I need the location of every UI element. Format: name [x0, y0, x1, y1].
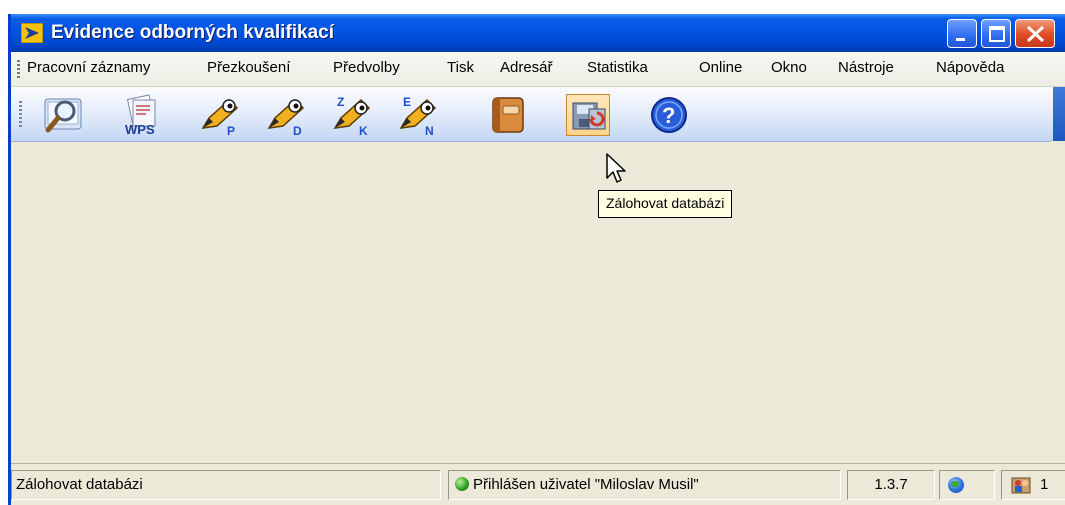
exam-d-button[interactable]: D	[265, 94, 309, 136]
help-button[interactable]: ?	[647, 94, 691, 136]
mouse-cursor-icon	[606, 153, 626, 183]
address-book-button[interactable]	[485, 94, 529, 136]
svg-text:D: D	[293, 124, 302, 136]
status-version-text: 1.3.7	[874, 476, 908, 493]
status-user-text: Přihlášen uživatel "Miloslav Musil"	[473, 476, 699, 493]
menu-predvolby[interactable]: Předvolby	[333, 59, 400, 76]
menu-adresar[interactable]: Adresář	[500, 59, 553, 76]
app-logo-icon	[21, 23, 43, 43]
exam-en-button[interactable]: E N	[397, 94, 441, 136]
pencil-icon: P	[201, 98, 239, 136]
wps-document-icon: WPS	[125, 94, 156, 136]
tooltip: Zálohovat databázi	[598, 190, 733, 218]
exam-p-button[interactable]: P	[199, 94, 243, 136]
globe-icon	[948, 477, 964, 493]
maximize-button[interactable]	[981, 19, 1011, 48]
close-icon	[1026, 25, 1045, 43]
minimize-button[interactable]	[947, 19, 977, 48]
status-bar: Zálohovat databázi Přihlášen uživatel "M…	[11, 463, 1065, 505]
status-version: 1.3.7	[847, 470, 935, 500]
client-area	[11, 142, 1065, 462]
book-icon	[492, 97, 524, 133]
menu-online[interactable]: Online	[699, 59, 742, 76]
svg-text:Z: Z	[337, 95, 344, 109]
svg-text:P: P	[227, 124, 235, 136]
pencil-icon: Z K	[333, 95, 371, 136]
menu-pracovni-zaznamy[interactable]: Pracovní záznamy	[27, 59, 150, 76]
svg-text:K: K	[359, 124, 368, 136]
status-user: Přihlášen uživatel "Miloslav Musil"	[448, 470, 841, 500]
svg-text:N: N	[425, 124, 434, 136]
exam-zk-button[interactable]: Z K	[331, 94, 375, 136]
status-message-text: Zálohovat databázi	[16, 476, 143, 493]
backup-database-button[interactable]	[566, 94, 610, 136]
menu-tisk[interactable]: Tisk	[447, 59, 474, 76]
svg-text:WPS: WPS	[125, 122, 155, 136]
menu-grip[interactable]	[17, 60, 20, 78]
svg-text:?: ?	[662, 103, 675, 128]
help-icon: ?	[651, 97, 687, 133]
title-bar[interactable]: Evidence odborných kvalifikací	[11, 14, 1065, 52]
status-globe[interactable]	[939, 470, 995, 500]
search-records-button[interactable]	[41, 94, 85, 136]
menu-prezkouseni[interactable]: Přezkoušení	[207, 59, 290, 76]
pencil-icon: D	[267, 98, 305, 136]
status-users[interactable]: 1	[1001, 470, 1065, 500]
menu-statistika[interactable]: Statistika	[587, 59, 648, 76]
pencil-icon: E N	[399, 95, 437, 136]
status-count: 1	[1040, 476, 1049, 493]
magnifier-icon	[44, 98, 82, 133]
toolbar: WPS P D Z K E N ?	[11, 87, 1053, 142]
maximize-icon	[989, 26, 1005, 42]
backup-icon	[572, 102, 606, 130]
toolbar-grip[interactable]	[19, 101, 22, 129]
close-button[interactable]	[1015, 19, 1055, 48]
status-message: Zálohovat databázi	[11, 470, 441, 500]
menu-bar: Pracovní záznamy Přezkoušení Předvolby T…	[11, 52, 1065, 87]
app-window: Evidence odborných kvalifikací Pracovní …	[8, 14, 1065, 505]
users-icon	[1011, 477, 1031, 494]
minimize-icon	[956, 38, 965, 41]
menu-napoveda[interactable]: Nápověda	[936, 59, 1004, 76]
menu-okno[interactable]: Okno	[771, 59, 807, 76]
svg-text:E: E	[403, 95, 411, 109]
wps-button[interactable]: WPS	[118, 94, 162, 136]
menu-nastroje[interactable]: Nástroje	[838, 59, 894, 76]
online-status-icon	[455, 477, 469, 491]
toolbar-overflow[interactable]	[1053, 87, 1065, 141]
window-title: Evidence odborných kvalifikací	[51, 22, 334, 43]
